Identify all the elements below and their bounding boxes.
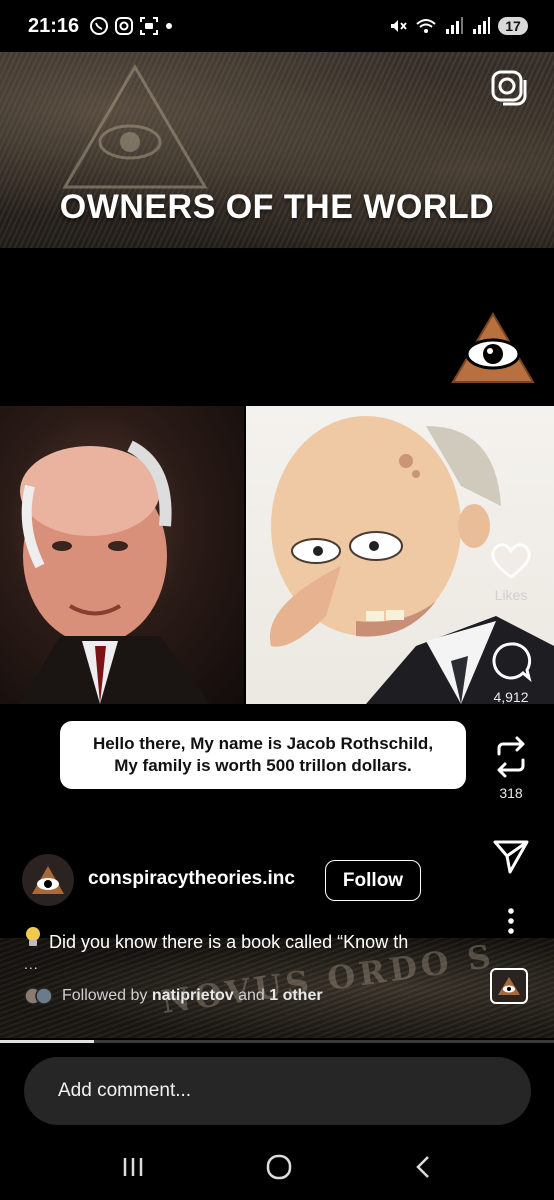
video-caption: Hello there, My name is Jacob Rothschild…	[60, 721, 466, 789]
eye-pyramid-graphic	[62, 64, 208, 189]
mute-icon	[391, 20, 407, 32]
status-time: 21:16	[28, 14, 80, 37]
share-button[interactable]	[484, 838, 538, 881]
followed-prefix: Followed by	[62, 987, 148, 1004]
reposts-count: 318	[499, 785, 523, 801]
home-icon[interactable]	[265, 1153, 293, 1181]
banner-title: OWNERS OF THE WORLD	[59, 188, 495, 226]
send-icon	[493, 840, 529, 874]
repost-button[interactable]: 318	[484, 736, 538, 801]
followed-user[interactable]: natiprietov	[152, 987, 234, 1004]
likes-label: Likes	[494, 587, 528, 603]
more-vertical-icon	[508, 908, 514, 934]
caption-line-1: Hello there, My name is Jacob Rothschild…	[92, 734, 434, 753]
repost-icon	[497, 736, 525, 778]
signal-icon	[446, 17, 463, 34]
recent-apps-icon[interactable]	[120, 1155, 146, 1179]
lightbulb-icon	[24, 926, 44, 953]
description-text: Did you know there is a book called “Kno…	[49, 932, 409, 952]
camera-button[interactable]	[488, 66, 528, 106]
video-progress-fill	[0, 1040, 95, 1043]
post-description[interactable]: Did you know there is a book called “Kno…	[24, 926, 474, 953]
system-icons: 17	[388, 16, 528, 36]
heart-icon	[491, 543, 531, 579]
account-avatar[interactable]	[22, 854, 74, 906]
description-more[interactable]: ...	[24, 956, 39, 972]
comment-placeholder: Add comment...	[58, 1080, 192, 1101]
more-options-button[interactable]	[484, 906, 538, 941]
like-button[interactable]: Likes	[484, 542, 538, 603]
account-username[interactable]: conspiracytheories.inc	[88, 868, 295, 890]
followed-other[interactable]: 1 other	[269, 987, 322, 1004]
comment-icon	[492, 642, 532, 683]
camera-icon	[491, 70, 527, 106]
back-icon[interactable]	[412, 1154, 434, 1180]
instagram-icon	[115, 17, 134, 35]
notification-icons	[89, 16, 174, 36]
audio-thumbnail-icon	[498, 977, 520, 995]
caption-line-2: My family is worth 500 trillon dollars.	[114, 756, 412, 775]
status-bar: 21:16 17	[0, 0, 554, 52]
audio-button[interactable]	[490, 968, 528, 1004]
dot-icon	[166, 23, 173, 29]
follow-button[interactable]: Follow	[325, 860, 421, 901]
system-nav-bar	[0, 1134, 554, 1200]
add-comment-input[interactable]: Add comment...	[24, 1057, 531, 1125]
eye-pyramid-logo	[451, 312, 535, 383]
battery-indicator: 17	[498, 17, 528, 35]
video-banner: OWNERS OF THE WORLD	[0, 52, 554, 248]
screenshot-icon	[140, 17, 159, 35]
video-progress-bar[interactable]	[0, 1040, 554, 1043]
comment-button[interactable]: 4,912	[484, 640, 538, 705]
wifi-icon	[416, 19, 436, 33]
portrait-photo	[0, 406, 244, 704]
followed-and: and	[238, 987, 265, 1004]
mutual-avatars	[24, 987, 54, 1005]
signal-icon-2	[473, 17, 490, 34]
comments-count: 4,912	[493, 689, 529, 705]
whatsapp-icon	[90, 17, 109, 35]
followed-by[interactable]: Followed by natiprietov and 1 other	[24, 987, 323, 1005]
